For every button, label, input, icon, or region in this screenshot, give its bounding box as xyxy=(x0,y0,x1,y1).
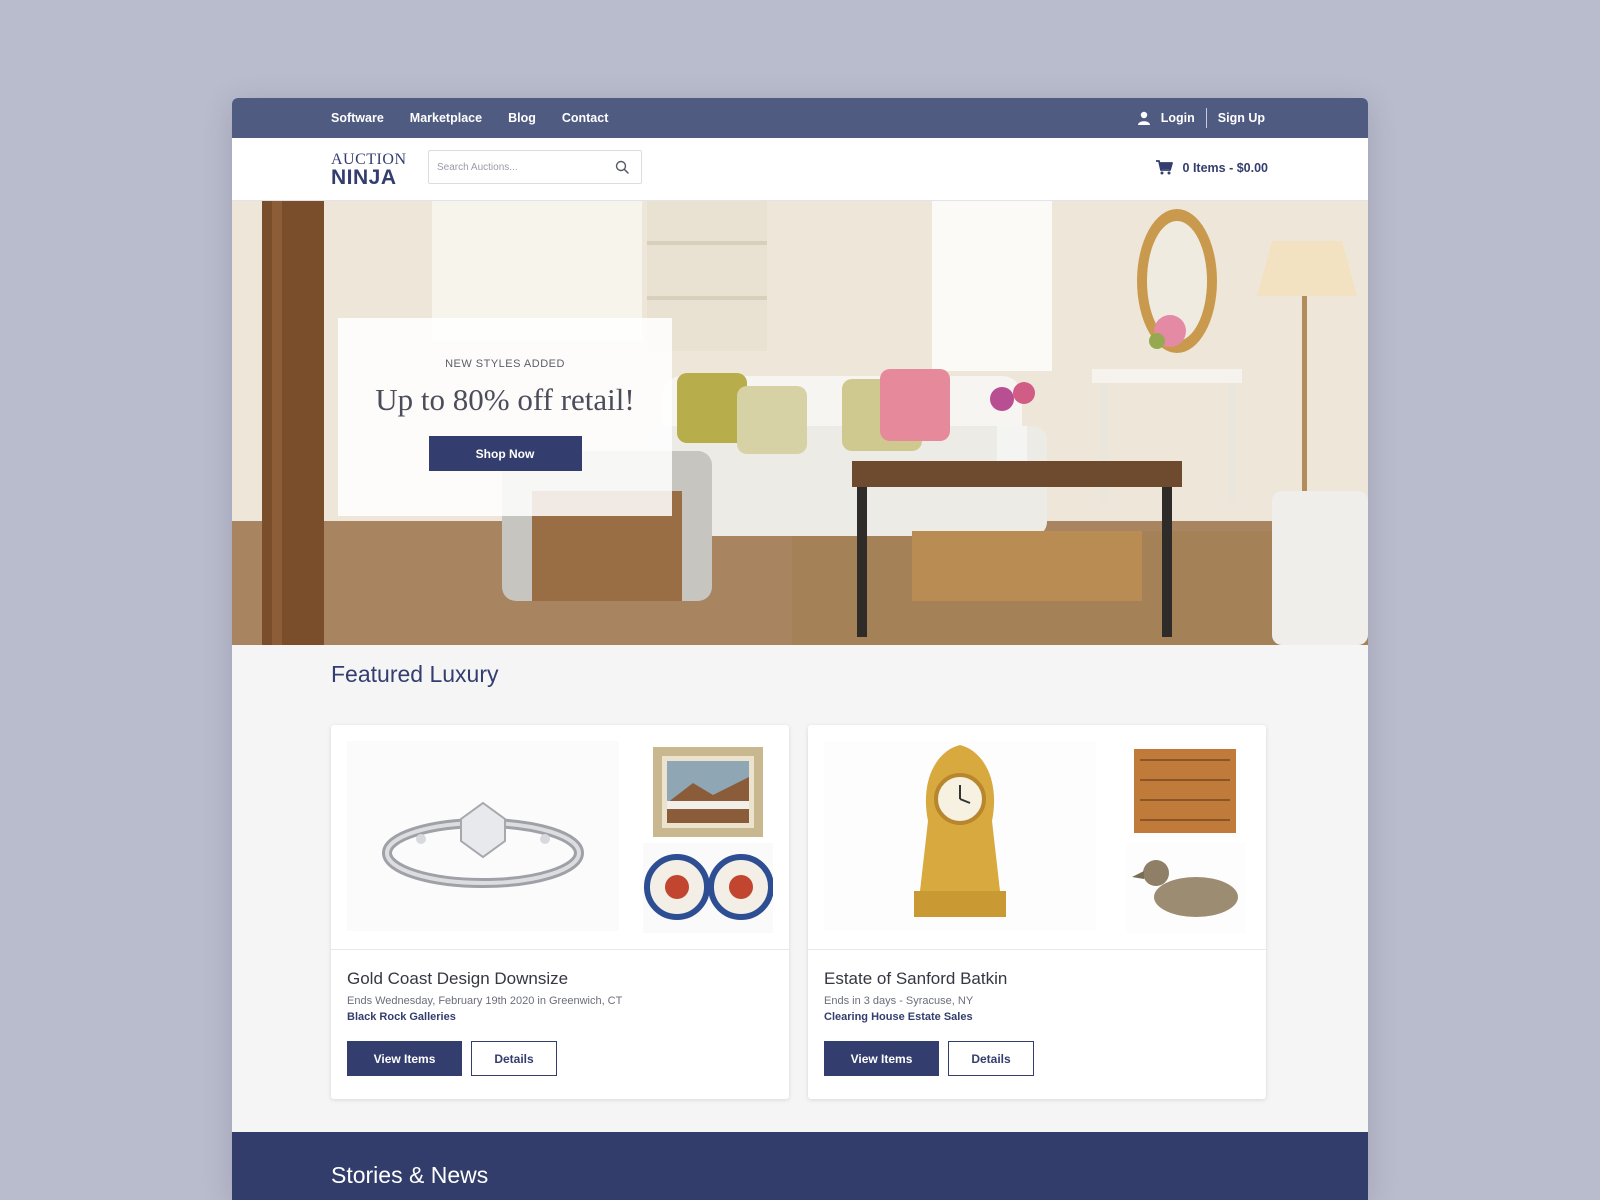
signup-link[interactable]: Sign Up xyxy=(1218,111,1265,125)
featured-section-title: Featured Luxury xyxy=(331,661,499,687)
auction-card-images[interactable] xyxy=(331,725,789,950)
auction-seller[interactable]: Black Rock Galleries xyxy=(347,1011,456,1023)
hero-kicker: NEW STYLES ADDED xyxy=(445,358,565,370)
user-icon xyxy=(1137,111,1150,125)
view-items-button[interactable]: View Items xyxy=(824,1041,939,1076)
auction-card-images[interactable] xyxy=(808,725,1266,950)
view-items-button[interactable]: View Items xyxy=(347,1041,462,1076)
wooden-dresser-image xyxy=(1130,745,1240,837)
browser-page: Software Marketplace Blog Contact Login … xyxy=(232,98,1368,1200)
nav-software[interactable]: Software xyxy=(331,111,384,125)
stories-section-title: Stories & News xyxy=(331,1162,489,1188)
auction-meta: Ends in 3 days - Syracuse, NY xyxy=(824,995,974,1007)
auction-seller[interactable]: Clearing House Estate Sales xyxy=(824,1011,973,1023)
search-box xyxy=(428,150,642,184)
hero-promo-card: NEW STYLES ADDED Up to 80% off retail! S… xyxy=(338,318,672,516)
search-icon[interactable] xyxy=(615,160,629,174)
nav-marketplace[interactable]: Marketplace xyxy=(410,111,482,125)
cart-label: 0 Items - $0.00 xyxy=(1182,160,1268,175)
details-button[interactable]: Details xyxy=(948,1041,1034,1076)
shop-now-button[interactable]: Shop Now xyxy=(428,436,582,471)
nav-contact[interactable]: Contact xyxy=(562,111,609,125)
gilt-clock-image xyxy=(824,741,1096,931)
cart-icon xyxy=(1155,160,1173,175)
duck-decoy-image xyxy=(1126,843,1246,933)
auction-title[interactable]: Gold Coast Design Downsize xyxy=(347,969,568,989)
stories-news-section: Stories & News xyxy=(232,1132,1368,1200)
diamond-ring-image xyxy=(347,741,619,931)
login-link[interactable]: Login xyxy=(1161,111,1195,125)
auction-card: Estate of Sanford Batkin Ends in 3 days … xyxy=(808,725,1266,1099)
auction-title[interactable]: Estate of Sanford Batkin xyxy=(824,969,1007,989)
cart-summary[interactable]: 0 Items - $0.00 xyxy=(1155,160,1268,175)
framed-painting-image xyxy=(653,747,763,837)
details-button[interactable]: Details xyxy=(471,1041,557,1076)
hero-banner: NEW STYLES ADDED Up to 80% off retail! S… xyxy=(232,201,1368,645)
site-logo[interactable]: AUCTION NINJA xyxy=(331,152,407,189)
hero-headline: Up to 80% off retail! xyxy=(375,382,635,417)
nav-blog[interactable]: Blog xyxy=(508,111,536,125)
logo-line-ninja: NINJA xyxy=(331,166,397,189)
auth-links: Login Sign Up xyxy=(1137,98,1265,138)
auction-card: Gold Coast Design Downsize Ends Wednesda… xyxy=(331,725,789,1099)
site-header: AUCTION NINJA 0 Items - $0.00 xyxy=(232,138,1368,201)
auth-divider xyxy=(1205,108,1207,128)
auction-meta: Ends Wednesday, February 19th 2020 in Gr… xyxy=(347,995,623,1007)
primary-nav: Software Marketplace Blog Contact xyxy=(331,98,608,138)
search-input[interactable] xyxy=(429,151,615,183)
decorative-plates-image xyxy=(643,843,773,933)
top-nav-bar: Software Marketplace Blog Contact Login … xyxy=(232,98,1368,138)
